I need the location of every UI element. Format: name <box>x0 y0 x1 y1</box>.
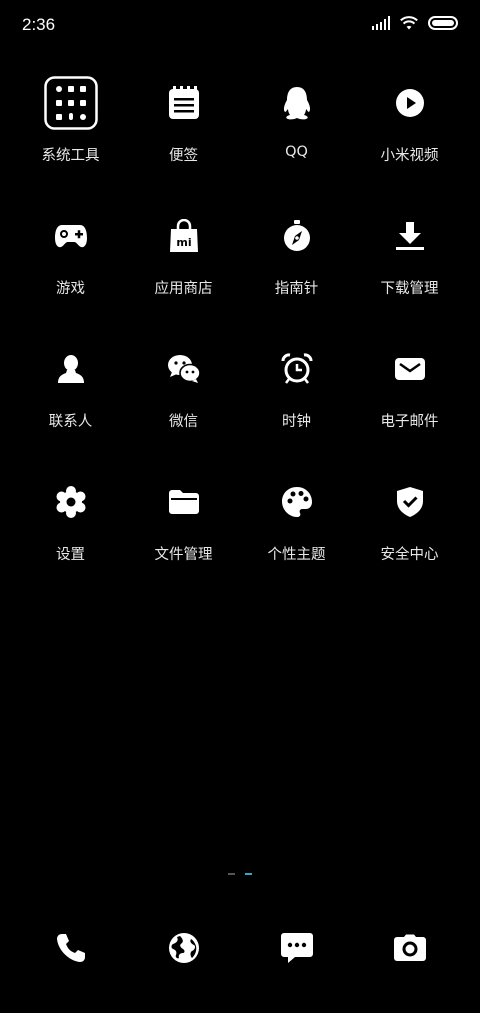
download-icon <box>382 205 438 267</box>
system-tools-folder-icon <box>43 72 99 134</box>
folder-icon <box>156 471 212 533</box>
dock-browser[interactable] <box>127 918 240 978</box>
app-label: 个性主题 <box>267 547 326 563</box>
app-label: 联系人 <box>48 414 93 430</box>
app-clock[interactable]: 时钟 <box>240 338 353 471</box>
app-store[interactable]: mi 应用商店 <box>127 205 240 338</box>
app-notes[interactable]: 便签 <box>127 72 240 205</box>
app-contacts[interactable]: 联系人 <box>14 338 127 471</box>
camera-icon <box>393 934 426 961</box>
app-settings[interactable]: 设置 <box>14 471 127 604</box>
phone-icon <box>56 934 85 962</box>
video-play-icon <box>382 72 438 134</box>
app-mi-video[interactable]: 小米视频 <box>353 72 466 205</box>
app-store-badge: mi <box>176 236 191 249</box>
status-bar: 2:36 <box>0 0 480 52</box>
messages-icon <box>280 933 313 963</box>
app-label: QQ <box>285 144 308 160</box>
qq-penguin-icon <box>269 72 325 134</box>
app-email[interactable]: 电子邮件 <box>353 338 466 471</box>
browser-globe-icon <box>168 933 199 963</box>
app-themes[interactable]: 个性主题 <box>240 471 353 604</box>
app-store-bag-icon: mi <box>156 205 212 267</box>
app-label: 微信 <box>169 414 198 430</box>
app-games[interactable]: 游戏 <box>14 205 127 338</box>
dock-camera[interactable] <box>353 918 466 978</box>
mail-envelope-icon <box>382 338 438 400</box>
status-time: 2:36 <box>22 15 56 34</box>
alarm-clock-icon <box>269 338 325 400</box>
app-label: 文件管理 <box>154 547 213 563</box>
app-label: 系统工具 <box>41 148 100 164</box>
app-file-manager[interactable]: 文件管理 <box>127 471 240 604</box>
security-shield-icon <box>382 471 438 533</box>
app-label: 下载管理 <box>380 281 439 297</box>
dock-messages[interactable] <box>240 918 353 978</box>
page-dot-1[interactable] <box>228 873 235 875</box>
dock <box>14 918 466 978</box>
status-icons <box>372 16 458 30</box>
notes-icon <box>156 72 212 134</box>
compass-icon <box>269 205 325 267</box>
wifi-icon <box>400 16 418 30</box>
app-security-center[interactable]: 安全中心 <box>353 471 466 604</box>
app-qq[interactable]: QQ <box>240 72 353 205</box>
app-label: 安全中心 <box>380 547 439 563</box>
settings-gear-icon <box>43 471 99 533</box>
gamepad-icon <box>43 205 99 267</box>
page-dot-2[interactable] <box>245 873 252 875</box>
app-label: 时钟 <box>282 414 311 430</box>
app-label: 应用商店 <box>154 281 213 297</box>
page-indicator <box>0 873 480 875</box>
app-label: 指南针 <box>274 281 319 297</box>
app-system-tools[interactable]: 系统工具 <box>14 72 127 205</box>
dock-phone[interactable] <box>14 918 127 978</box>
app-label: 小米视频 <box>380 148 439 164</box>
app-label: 游戏 <box>56 281 85 297</box>
app-label: 便签 <box>169 148 198 164</box>
app-label: 设置 <box>56 547 85 563</box>
palette-icon <box>269 471 325 533</box>
contact-person-icon <box>43 338 99 400</box>
app-wechat[interactable]: 微信 <box>127 338 240 471</box>
wechat-icon <box>156 338 212 400</box>
app-grid: 系统工具 便签 QQ 小米视频 游戏 mi 应用商店 指南针 下载管理 联系人 … <box>14 72 466 604</box>
app-label: 电子邮件 <box>380 414 439 430</box>
app-compass[interactable]: 指南针 <box>240 205 353 338</box>
cellular-signal-icon <box>372 16 390 30</box>
battery-icon <box>428 16 458 30</box>
app-downloads[interactable]: 下载管理 <box>353 205 466 338</box>
